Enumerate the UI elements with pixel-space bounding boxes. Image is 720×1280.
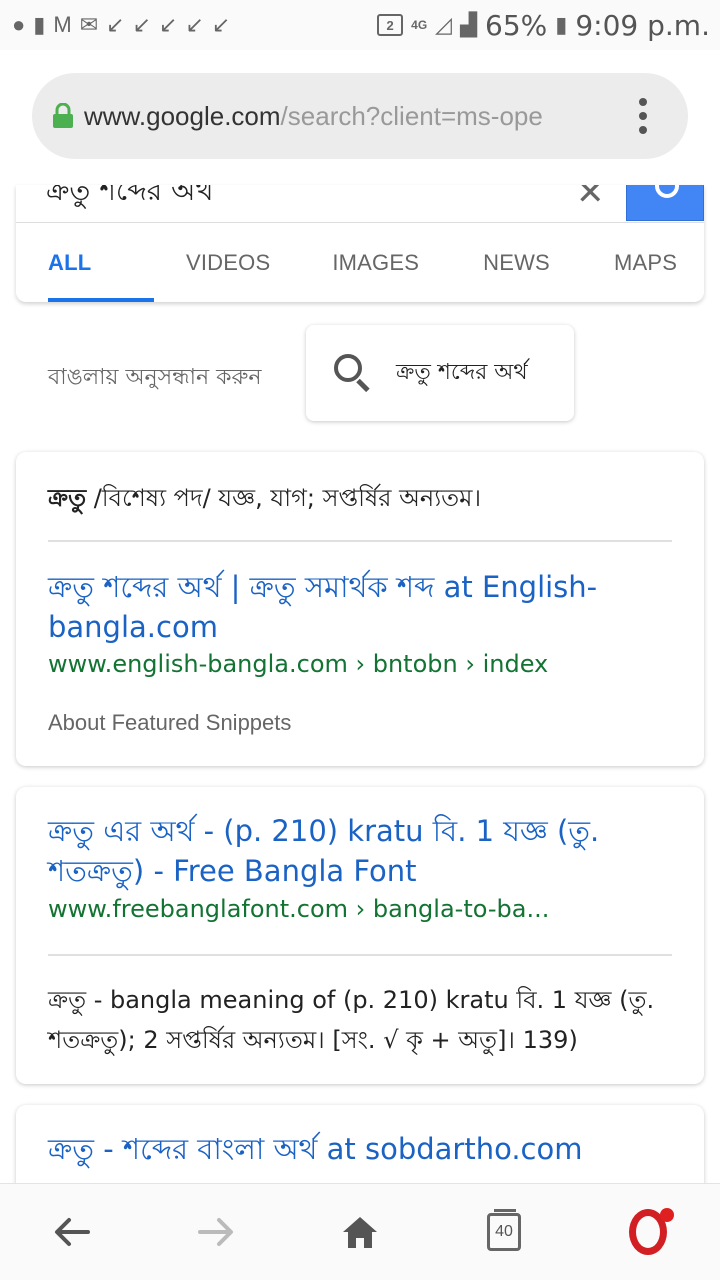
tab-videos[interactable]: VIDEOS (186, 223, 270, 302)
status-notifications: ● ▮ M ✉ ↙ ↙ ↙ ↙ ↙ (12, 14, 230, 36)
url-path: /search?client=ms-ope (280, 100, 543, 131)
mail-icon: ✉ (79, 12, 99, 37)
result-url[interactable]: www.english-bangla.com › bntobn › index (48, 650, 668, 678)
chat-bubble-icon: ● (12, 12, 26, 37)
address-bar[interactable]: www.google.com /search?client=ms-ope (32, 73, 688, 159)
search-box[interactable]: ক্রতু শব্দের অর্থ ✕ (16, 185, 704, 223)
tab-count: 40 (495, 1223, 513, 1240)
home-icon (343, 1217, 377, 1248)
tabs-count-icon: 40 (487, 1209, 521, 1251)
network-type-label: 4G (411, 18, 428, 32)
search-input[interactable]: ক্রতু শব্দের অর্থ (46, 185, 214, 216)
snippet-definition: /বিশেষ্য পদ/ যজ্ঞ, যাগ; সপ্তর্ষির অন্যতম… (86, 484, 482, 512)
tabs-button[interactable]: 40 (464, 1192, 544, 1272)
notification-dot (660, 1208, 674, 1222)
about-featured-snippets-link[interactable]: About Featured Snippets (48, 710, 291, 736)
missed-call-icon: ↙ (185, 12, 204, 37)
battery-icon: ▮ (555, 12, 568, 37)
clock: 9:09 p.m. (575, 8, 710, 42)
result-description: ক্রতু - bangla meaning of (p. 210) kratu… (48, 986, 655, 1054)
sim-badge: 2 (377, 14, 404, 36)
more-menu-icon[interactable] (638, 98, 648, 134)
result-card: ক্রতু এর অর্থ - (p. 210) kratu বি. 1 যজ্… (16, 787, 704, 1084)
bangla-search-chip[interactable]: ক্রতু শব্দের অর্থ (306, 325, 574, 421)
search-button[interactable] (626, 185, 704, 221)
bottom-navigation: 40 (0, 1183, 720, 1280)
signal-empty-icon: ◿ (435, 12, 453, 37)
back-arrow-icon (55, 1218, 90, 1246)
snippet-text: ক্রতু /বিশেষ্য পদ/ যজ্ঞ, যাগ; সপ্তর্ষির … (48, 480, 678, 520)
browser-toolbar: www.google.com /search?client=ms-ope (0, 50, 720, 185)
missed-call-icon: ↙ (159, 12, 178, 37)
forward-arrow-icon (198, 1218, 233, 1246)
result-url[interactable]: www.freebanglafont.com › bangla-to-ba... (48, 895, 668, 923)
tab-all[interactable]: ALL (48, 223, 154, 302)
forward-button[interactable] (176, 1192, 256, 1272)
missed-call-icon: ↙ (132, 12, 152, 37)
result-title-link[interactable]: ক্রতু - শব্দের বাংলা অর্থ at sobdartho.c… (48, 1129, 668, 1169)
back-button[interactable] (32, 1192, 112, 1272)
chip-text: ক্রতু শব্দের অর্থ (396, 359, 528, 385)
tab-news[interactable]: NEWS (483, 223, 550, 302)
search-icon (334, 354, 372, 393)
featured-snippet-card: ক্রতু /বিশেষ্য পদ/ যজ্ঞ, যাগ; সপ্তর্ষির … (16, 452, 704, 766)
missed-call-icon: ↙ (211, 12, 231, 37)
result-title-link[interactable]: ক্রতু এর অর্থ - (p. 210) kratu বি. 1 যজ্… (48, 811, 668, 891)
divider (48, 540, 672, 542)
sd-card-icon: ▮ (33, 12, 46, 37)
search-icon (655, 185, 679, 198)
status-system: 2 4G ◿ ▟ 65% ▮ 9:09 p.m. (377, 9, 710, 42)
language-suggestion-label: বাঙলায় অনুসন্ধান করুন (48, 365, 262, 390)
url-fade (558, 73, 618, 159)
divider (48, 954, 672, 956)
clear-icon[interactable]: ✕ (576, 185, 605, 213)
tab-maps[interactable]: MAPS (614, 223, 677, 302)
battery-percent: 65% (485, 8, 548, 42)
signal-icon: ▟ (460, 12, 478, 37)
search-header: ক্রতু শব্দের অর্থ ✕ ALL VIDEOS IMAGES NE… (16, 185, 704, 302)
gmail-icon: M (53, 12, 72, 37)
search-tabs: ALL VIDEOS IMAGES NEWS MAPS (16, 223, 704, 302)
tab-images[interactable]: IMAGES (332, 223, 419, 302)
snippet-term: ক্রতু (48, 484, 87, 512)
home-button[interactable] (320, 1192, 400, 1272)
result-title-link[interactable]: ক্রতু শব্দের অর্থ | ক্রতু সমার্থক শব্দ a… (48, 567, 668, 647)
missed-call-icon: ↙ (106, 12, 125, 37)
language-suggestion: বাঙলায় অনুসন্ধান করুন ক্রতু শব্দের অর্থ (0, 325, 720, 423)
lock-icon (52, 103, 74, 129)
status-bar: ● ▮ M ✉ ↙ ↙ ↙ ↙ ↙ 2 4G ◿ ▟ 65% ▮ 9:09 p.… (0, 0, 720, 50)
opera-menu-button[interactable] (608, 1192, 688, 1272)
url-host: www.google.com (84, 100, 281, 131)
